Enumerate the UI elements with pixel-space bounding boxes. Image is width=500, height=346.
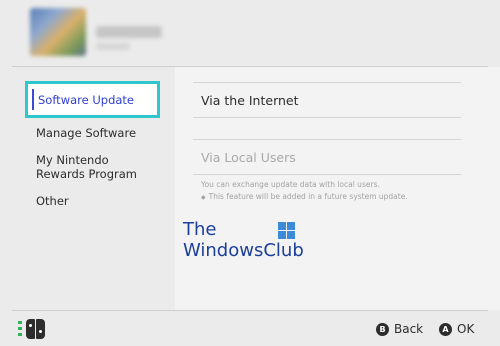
local-users-note: You can exchange update data with local …: [201, 180, 380, 189]
diamond-bullet-icon: ◆: [201, 194, 206, 201]
username-blurred: [96, 26, 162, 38]
via-internet-option[interactable]: Via the Internet: [201, 93, 299, 108]
sidebar-item-manage-software[interactable]: Manage Software: [36, 126, 136, 140]
joy-con-icon: [18, 319, 48, 339]
profile-header: [0, 0, 500, 66]
sidebar-item-software-update[interactable]: Software Update: [25, 81, 160, 118]
row-divider: [193, 174, 461, 175]
selection-indicator: [32, 89, 34, 110]
row-divider: [193, 139, 461, 140]
watermark-line2: WindowsClub: [183, 240, 304, 261]
user-avatar-icon[interactable]: [30, 8, 86, 56]
sidebar-item-my-nintendo-rewards[interactable]: My Nintendo Rewards Program: [36, 153, 137, 181]
back-button[interactable]: B Back: [376, 321, 423, 337]
sidebar-item-other[interactable]: Other: [36, 194, 69, 208]
back-label: Back: [394, 322, 424, 336]
future-update-text: This feature will be added in a future s…: [208, 192, 408, 201]
b-button-icon: B: [376, 322, 389, 336]
watermark-line1: The: [183, 219, 217, 240]
row-divider: [193, 117, 461, 118]
user-subtitle-blurred: [96, 43, 130, 50]
footer-bar: [0, 311, 500, 346]
ok-label: OK: [457, 322, 475, 336]
future-update-note: ◆ This feature will be added in a future …: [201, 192, 408, 201]
a-button-icon: A: [439, 322, 452, 336]
row-divider: [193, 82, 461, 83]
via-local-users-option: Via Local Users: [201, 150, 296, 165]
sidebar-item-label: Software Update: [38, 93, 134, 107]
windows-logo-icon: [278, 222, 295, 239]
ok-button[interactable]: A OK: [439, 321, 474, 337]
